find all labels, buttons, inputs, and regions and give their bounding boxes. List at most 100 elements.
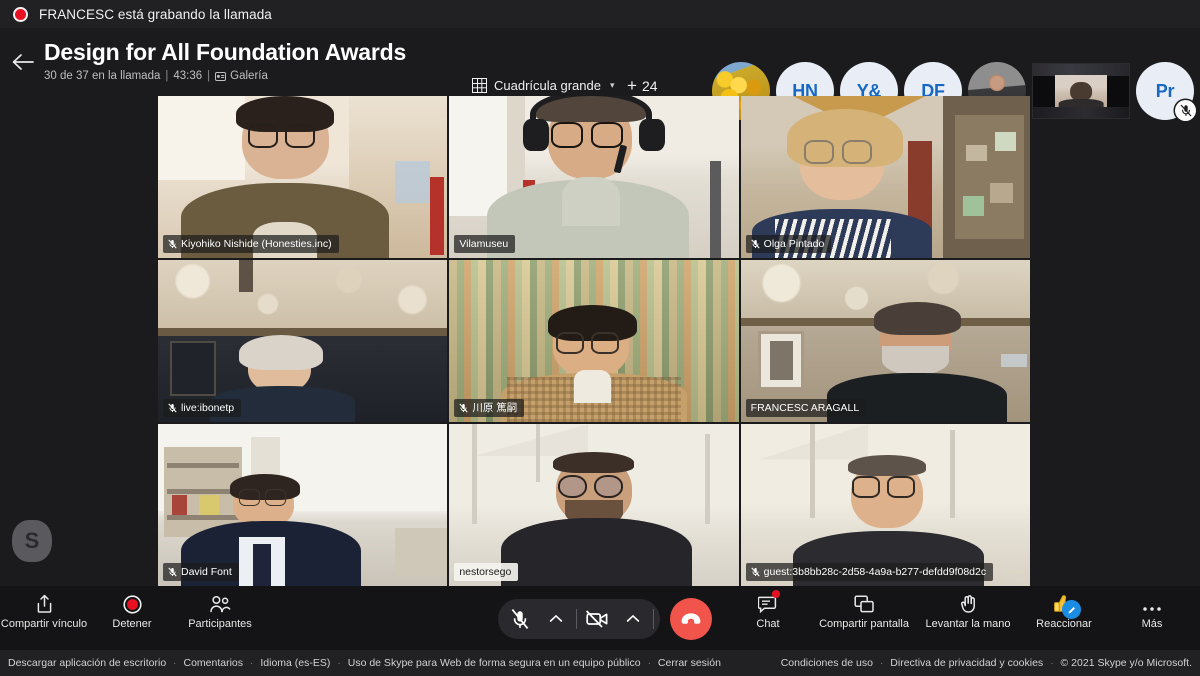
camera-menu-button[interactable] [615, 602, 651, 636]
thumbs-up-icon [1053, 592, 1081, 619]
header-titles: Design for All Foundation Awards 30 de 3… [44, 38, 406, 83]
participant-name: guest:3b8bb28c-2d58-4a9a-b277-defdd9f08d… [763, 566, 987, 578]
screen-share-label: Compartir pantalla [819, 618, 909, 630]
participant-nameplate: FRANCESC ARAGALL [745, 399, 867, 417]
stop-recording-button[interactable]: Detener [88, 592, 176, 631]
raise-hand-button[interactable]: Levantar la mano [916, 592, 1020, 631]
video-feed [449, 260, 739, 422]
watermark-letter: S [24, 528, 40, 553]
footer-link-public-computer[interactable]: Uso de Skype para Web de forma segura en… [348, 657, 641, 669]
camera-toggle-button[interactable] [579, 602, 615, 636]
chevron-up-icon [626, 615, 640, 622]
participant-glasses [804, 139, 879, 164]
participant-glasses [557, 474, 630, 498]
participant-nameplate: live:ibonetp [163, 399, 242, 417]
arrow-left-icon [12, 54, 34, 70]
more-options-label: Más [1141, 618, 1163, 630]
participant-hair [873, 302, 961, 335]
microphone-off-icon [751, 567, 760, 577]
av-controls-pill [498, 599, 660, 639]
mic-off-badge [1175, 100, 1196, 121]
participants-button[interactable]: Participantes [176, 592, 264, 631]
people-icon [209, 592, 231, 614]
back-button[interactable] [6, 48, 40, 76]
microphone-off-icon [1180, 104, 1191, 117]
participant-name: nestorsego [459, 566, 512, 578]
overflow-participants-count: 24 [641, 78, 658, 94]
pill-divider [653, 609, 654, 629]
share-link-button[interactable]: Compartir vínculo [0, 592, 88, 631]
microphone-off-icon [511, 609, 529, 629]
participant-nameplate: David Font [163, 563, 239, 581]
overflow-participants-button[interactable]: + 24 [627, 77, 658, 94]
chat-button[interactable]: Chat [724, 590, 812, 631]
microphone-toggle-button[interactable] [502, 602, 538, 636]
participant-torso [501, 517, 693, 586]
call-header: Design for All Foundation Awards 30 de 3… [0, 28, 1200, 121]
subtitle-separator-1: | [165, 70, 169, 82]
participant-nameplate: Olga Pintado [745, 235, 832, 253]
participant-hair [847, 454, 926, 476]
call-subtitle: 30 de 37 en la llamada | 43:36 | Galería [44, 69, 406, 83]
video-tile[interactable]: FRANCESC ARAGALL [740, 260, 1030, 422]
microphone-off-icon [459, 403, 468, 413]
control-bar-right-group: Chat Compartir pantalla Levantar la mano… [724, 590, 1196, 631]
reactions-button[interactable]: Reaccionar [1020, 592, 1108, 631]
end-call-icon [681, 613, 701, 624]
participant-nameplate: 川原 篤嗣 [454, 399, 525, 417]
screen-share-button[interactable]: Compartir pantalla [812, 592, 916, 631]
video-tile[interactable]: 川原 篤嗣 [449, 260, 739, 422]
participant-nameplate: nestorsego [454, 563, 519, 581]
video-tile[interactable]: Olga Pintado [740, 96, 1030, 258]
participant-count-text: 30 de 37 en la llamada [44, 70, 161, 82]
video-tile[interactable]: David Font [158, 424, 448, 586]
layout-picker-label: Cuadrícula grande [494, 78, 601, 93]
footer-link-sign-out[interactable]: Cerrar sesión [658, 657, 721, 669]
footer-link-privacy[interactable]: Directiva de privacidad y cookies [890, 657, 1043, 669]
microphone-off-icon [751, 239, 760, 249]
chevron-down-icon: ▾ [609, 80, 615, 90]
video-tile[interactable]: Vilamuseu [449, 96, 739, 258]
video-feed [158, 424, 448, 586]
record-dot-icon [13, 6, 28, 22]
end-call-button[interactable] [670, 598, 712, 640]
video-feed [158, 96, 448, 258]
call-duration: 43:36 [173, 70, 203, 82]
participant-glasses [550, 121, 632, 148]
microphone-menu-button[interactable] [538, 602, 574, 636]
avatar[interactable]: Pr [1136, 62, 1196, 121]
video-tile[interactable]: live:ibonetp [158, 260, 448, 422]
footer-link-download-app[interactable]: Descargar aplicación de escritorio [8, 657, 166, 669]
skype-logo-watermark: S [12, 520, 52, 562]
footer-link-feedback[interactable]: Comentarios [184, 657, 244, 669]
grid-icon [472, 78, 487, 93]
layout-picker-button[interactable]: Cuadrícula grande ▾ [472, 78, 615, 93]
footer-link-language[interactable]: Idioma (es-ES) [260, 657, 330, 669]
microphone-off-icon [168, 567, 177, 577]
pill-divider [576, 609, 577, 629]
self-video-preview[interactable] [1032, 63, 1130, 119]
video-tile[interactable]: Kiyohiko Nishide (Honesties.inc) [158, 96, 448, 258]
chat-unread-badge [772, 590, 780, 598]
subtitle-separator-2: | [207, 70, 211, 82]
video-feed [740, 424, 1030, 586]
gallery-mode-chip: Galería [215, 69, 268, 83]
participant-name: Olga Pintado [763, 238, 825, 250]
video-tile[interactable]: guest:3b8bb28c-2d58-4a9a-b277-defdd9f08d… [740, 424, 1030, 586]
more-options-button[interactable]: Más [1108, 592, 1196, 631]
video-tile[interactable]: nestorsego [449, 424, 739, 586]
raise-hand-icon [959, 592, 978, 614]
footer-separator: · [337, 657, 341, 669]
skype-web-call-window: FRANCESC está grabando la llamada Design… [0, 0, 1200, 676]
footer-link-terms[interactable]: Condiciones de uso [781, 657, 873, 669]
participant-glasses [852, 476, 921, 499]
edit-reactions-icon[interactable] [1062, 600, 1081, 619]
call-control-bar: Compartir vínculo Detener Participantes … [0, 586, 1200, 650]
video-feed [449, 96, 739, 258]
gallery-mode-label: Galería [230, 70, 268, 82]
camera-off-icon [585, 610, 608, 628]
screen-share-icon [853, 592, 875, 614]
footer-separator: · [173, 657, 177, 669]
recording-banner: FRANCESC está grabando la llamada [0, 0, 1200, 28]
chat-label: Chat [756, 618, 780, 630]
